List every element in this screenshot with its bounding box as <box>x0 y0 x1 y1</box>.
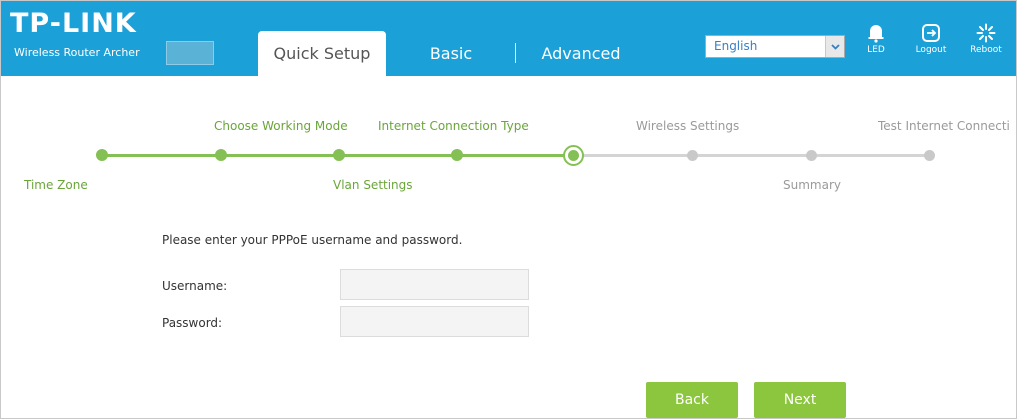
step-dot-current <box>563 145 584 166</box>
step-dot-time-zone <box>96 149 108 161</box>
tab-basic[interactable]: Basic <box>411 31 491 76</box>
step-dot-summary <box>806 150 817 161</box>
progress-line-remaining <box>573 154 931 157</box>
step-label-summary: Summary <box>783 178 841 192</box>
step-dot-wireless <box>687 150 698 161</box>
password-label: Password: <box>162 316 223 330</box>
router-model-label: Wireless Router Archer <box>14 46 140 59</box>
reboot-label: Reboot <box>970 45 1002 55</box>
tab-quick-setup[interactable]: Quick Setup <box>258 31 386 76</box>
step-label-vlan: Vlan Settings <box>333 178 413 192</box>
header-bar: TP-LINK Wireless Router Archer Quick Set… <box>1 1 1016 76</box>
next-button[interactable]: Next <box>754 382 846 418</box>
bell-icon <box>868 25 884 43</box>
tab-advanced[interactable]: Advanced <box>526 31 636 76</box>
step-label-time-zone: Time Zone <box>24 178 88 192</box>
logout-button[interactable]: Logout <box>909 23 953 69</box>
step-dot-vlan <box>333 149 345 161</box>
step-label-connection-type: Internet Connection Type <box>378 119 529 133</box>
logout-label: Logout <box>915 45 947 55</box>
reboot-icon <box>976 23 996 43</box>
step-dot-working-mode <box>215 149 227 161</box>
chevron-down-icon[interactable] <box>825 36 844 57</box>
username-field[interactable] <box>340 269 529 300</box>
language-select[interactable]: English <box>705 35 845 58</box>
tab-divider <box>515 43 516 63</box>
back-button[interactable]: Back <box>646 382 738 418</box>
brand-logo: TP-LINK <box>10 8 137 39</box>
router-setup-page: TP-LINK Wireless Router Archer Quick Set… <box>0 0 1017 419</box>
language-selected-value: English <box>714 39 758 53</box>
logout-icon <box>922 24 940 42</box>
led-label: LED <box>867 45 885 55</box>
step-dot-test <box>924 150 935 161</box>
model-name-box <box>166 41 214 65</box>
username-label: Username: <box>162 279 228 293</box>
pppoe-instructions: Please enter your PPPoE username and pas… <box>162 233 463 247</box>
led-button[interactable]: LED <box>854 23 898 69</box>
reboot-button[interactable]: Reboot <box>964 23 1008 69</box>
password-field[interactable] <box>340 306 529 337</box>
step-label-wireless: Wireless Settings <box>636 119 740 133</box>
step-label-working-mode: Choose Working Mode <box>214 119 348 133</box>
step-dot-connection-type <box>451 149 463 161</box>
step-label-test: Test Internet Connecti <box>878 119 1010 133</box>
